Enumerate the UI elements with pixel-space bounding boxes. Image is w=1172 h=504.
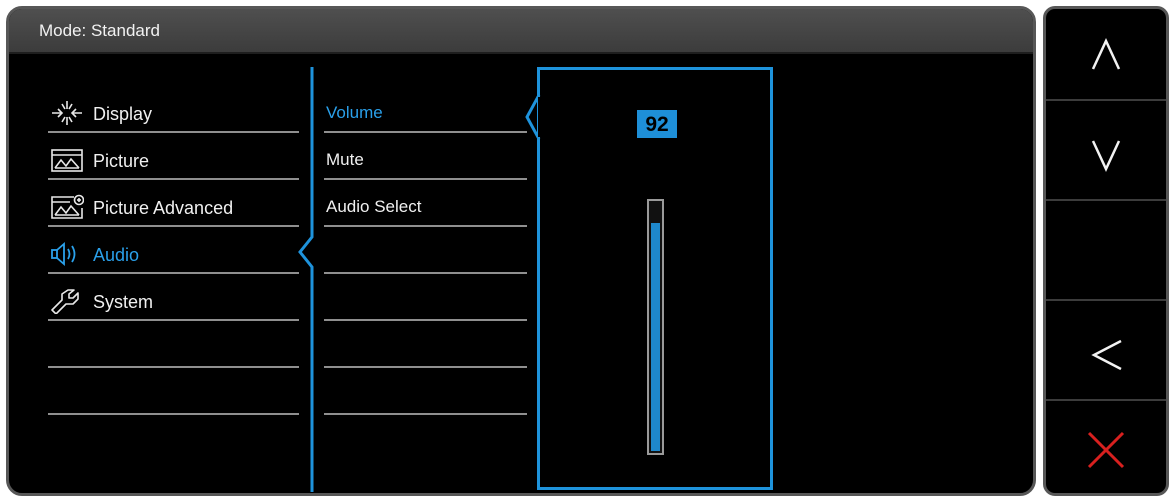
menu-item-label: Picture Advanced — [93, 198, 234, 218]
menu-item-label: System — [93, 292, 154, 312]
chevron-left-icon — [1091, 339, 1122, 371]
submenu-item-label: Mute — [326, 150, 364, 169]
menu-item-system[interactable]: System — [48, 274, 299, 321]
title-bar: Mode: Standard — [9, 9, 1033, 54]
menu-item-empty — [48, 368, 299, 415]
submenu-item-audio-select[interactable]: Audio Select — [324, 180, 527, 227]
submenu-item-empty — [324, 321, 527, 368]
menu-item-label: Picture — [93, 151, 150, 171]
picture-icon — [51, 149, 83, 172]
menu-item-picture-advanced[interactable]: Picture Advanced — [48, 180, 299, 227]
close-icon — [1087, 431, 1125, 469]
osd-menu: Mode: Standard Display Picture Picture A… — [6, 6, 1036, 496]
menu-item-empty — [48, 321, 299, 368]
menu-item-display[interactable]: Display — [48, 86, 299, 133]
volume-slider[interactable] — [647, 199, 664, 455]
submenu-item-label: Volume — [326, 103, 383, 122]
display-icon — [52, 101, 82, 125]
menu-item-label: Display — [93, 104, 153, 124]
submenu-item-empty — [324, 227, 527, 274]
panel-pointer — [525, 95, 542, 139]
volume-slider-fill — [651, 222, 660, 451]
exit-button[interactable] — [1046, 401, 1166, 493]
down-button[interactable] — [1046, 109, 1166, 201]
up-button[interactable] — [1046, 9, 1166, 101]
back-button[interactable] — [1046, 309, 1166, 401]
submenu-item-mute[interactable]: Mute — [324, 133, 527, 180]
audio-icon — [51, 242, 76, 266]
menu-item-picture[interactable]: Picture — [48, 133, 299, 180]
submenu-item-label: Audio Select — [326, 197, 422, 216]
volume-value: 92 — [637, 110, 677, 138]
control-keys-panel — [1043, 6, 1169, 496]
chevron-up-icon — [1091, 38, 1121, 70]
submenu-item-empty — [324, 274, 527, 321]
chevron-down-icon — [1091, 140, 1121, 172]
menu-item-label: Audio — [93, 245, 140, 265]
menu-item-audio[interactable]: Audio — [48, 227, 299, 274]
picture-advanced-icon — [51, 194, 84, 219]
submenu-item-volume[interactable]: Volume — [324, 86, 527, 133]
submenu-item-empty — [324, 368, 527, 415]
blank-button[interactable] — [1046, 209, 1166, 301]
menu-separator — [298, 67, 314, 492]
mode-title: Mode: Standard — [39, 21, 160, 40]
wrench-icon — [51, 289, 79, 314]
